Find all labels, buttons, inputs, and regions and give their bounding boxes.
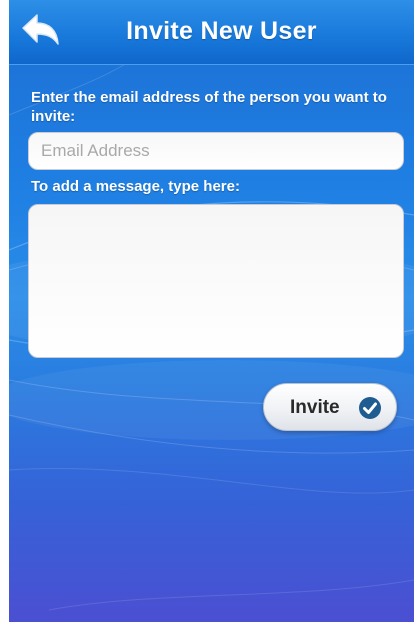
checkmark-circle-icon — [358, 396, 382, 420]
invite-button-label: Invite — [290, 397, 340, 418]
message-prompt-label: To add a message, type here: — [31, 178, 240, 195]
app-screen: Invite New User Enter the email address … — [9, 0, 414, 622]
back-button[interactable] — [13, 10, 65, 54]
nav-header: Invite New User — [9, 0, 414, 65]
page-title: Invite New User — [126, 17, 317, 45]
email-field[interactable] — [28, 132, 404, 170]
back-arrow-icon — [13, 10, 65, 54]
message-textarea[interactable] — [28, 204, 404, 358]
email-prompt-label: Enter the email address of the person yo… — [31, 89, 387, 125]
invite-button[interactable]: Invite — [263, 383, 397, 431]
